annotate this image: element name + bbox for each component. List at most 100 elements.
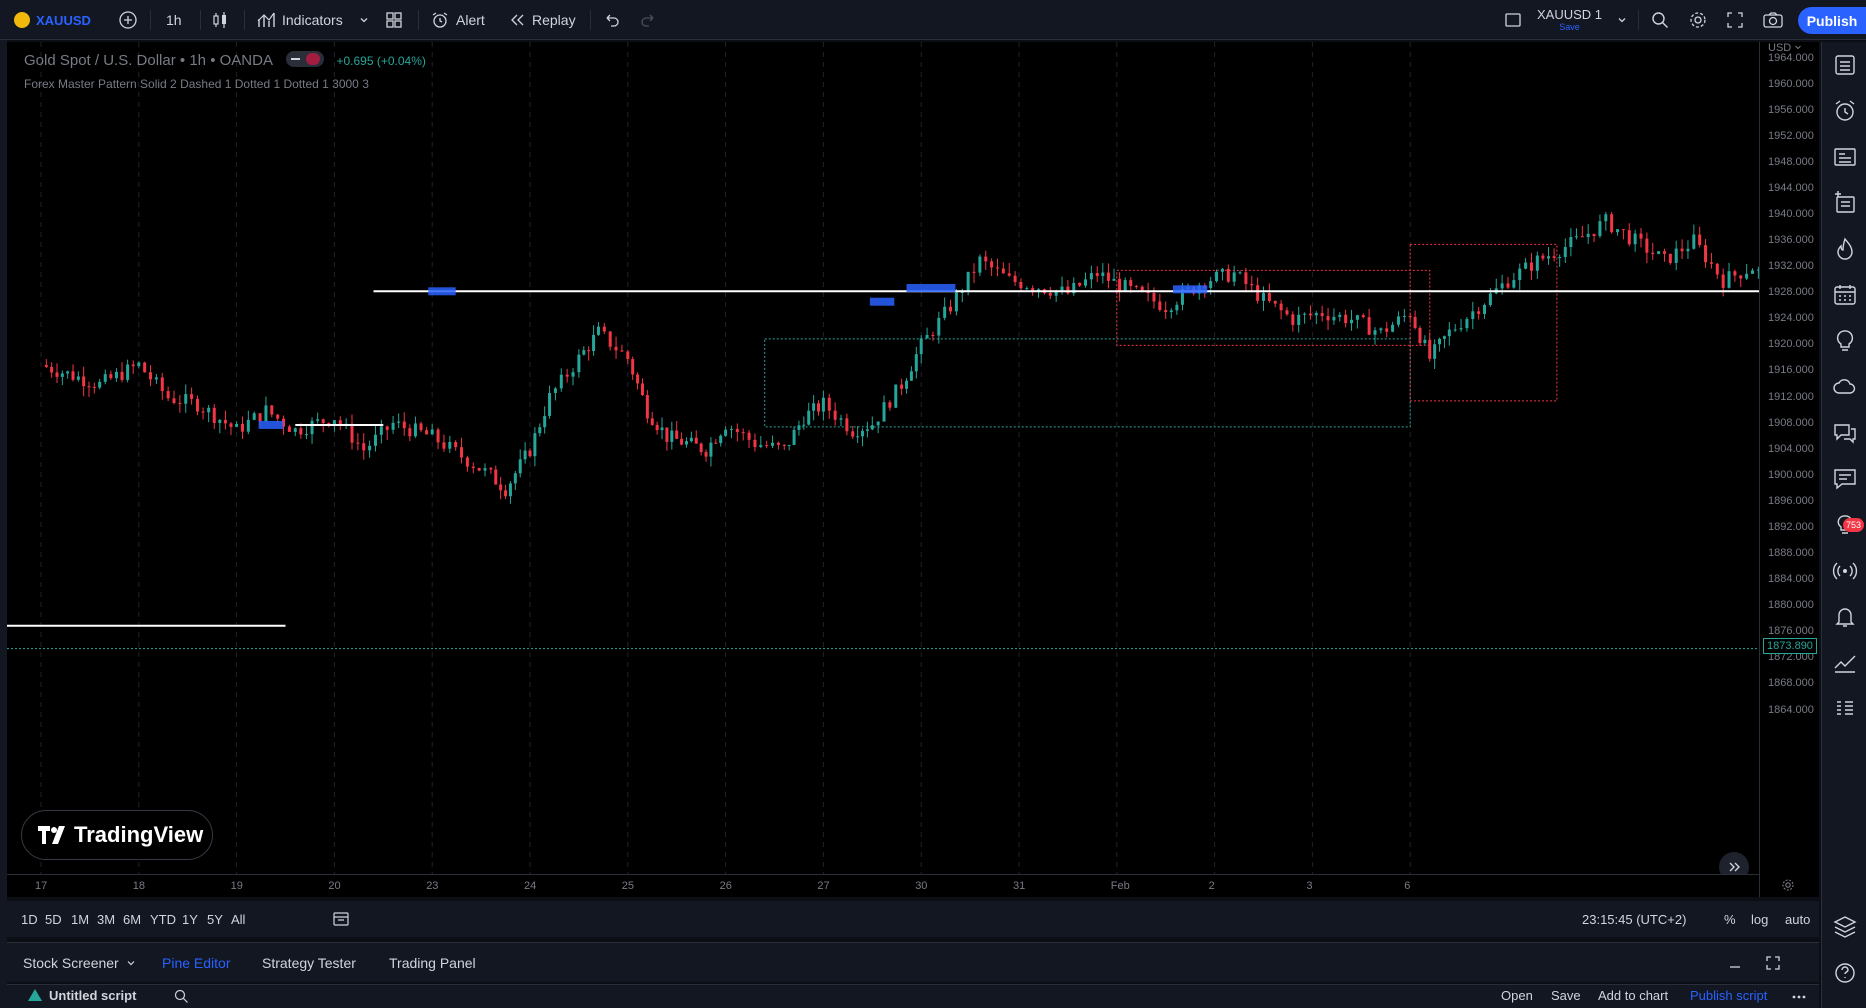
tradingview-logo-icon	[38, 826, 65, 844]
save-script-button[interactable]: Save	[1551, 988, 1581, 1003]
layers-icon[interactable]	[1832, 914, 1858, 940]
candle-body	[1320, 313, 1324, 317]
script-search-button[interactable]	[173, 988, 189, 1004]
broadcast-icon[interactable]	[1832, 558, 1858, 584]
range-button-6m[interactable]: 6M	[123, 901, 141, 937]
gold-symbol-icon	[14, 12, 30, 28]
auto-scale-toggle[interactable]: auto	[1785, 901, 1810, 937]
candle-body	[436, 429, 440, 443]
candle-body	[543, 415, 547, 428]
candle-body	[833, 410, 837, 420]
templates-button[interactable]	[384, 0, 404, 40]
time-axis[interactable]: 17 18 19 20 23 24 25 26 27 30 31 Feb 2 3 6	[7, 874, 1794, 897]
candle-body	[821, 397, 825, 412]
range-button-1d[interactable]: 1D	[21, 901, 38, 937]
compare-add-symbol-button[interactable]	[118, 0, 138, 40]
streams-cloud-icon[interactable]	[1832, 374, 1858, 400]
layout-dropdown[interactable]	[1616, 0, 1628, 40]
publish-button[interactable]: Publish	[1798, 7, 1866, 34]
redo-button[interactable]	[640, 0, 658, 40]
snapshot-button[interactable]	[1762, 0, 1784, 40]
log-scale-toggle[interactable]: log	[1751, 901, 1768, 937]
watchlist-icon[interactable]	[1832, 52, 1858, 78]
tab-stock-screener[interactable]: Stock Screener	[23, 943, 137, 983]
axis-settings-corner[interactable]	[1759, 874, 1819, 897]
add-watchlist-icon[interactable]	[1832, 190, 1858, 216]
interval-button[interactable]: 1h	[166, 0, 182, 40]
candle-body	[1106, 272, 1110, 281]
alarm-clock-icon[interactable]	[1832, 98, 1858, 124]
fullscreen-icon	[1727, 12, 1743, 28]
legend-separator: •	[210, 52, 220, 69]
fullscreen-button[interactable]	[1726, 0, 1744, 40]
dom-ladder-icon[interactable]	[1832, 696, 1858, 722]
range-button-all[interactable]: All	[231, 901, 245, 937]
time-tick-label: 23	[426, 880, 439, 892]
tab-trading-panel[interactable]: Trading Panel	[389, 943, 476, 983]
candle-body	[1367, 317, 1371, 335]
range-button-ytd[interactable]: YTD	[150, 901, 176, 937]
price-chart[interactable]	[7, 42, 1759, 874]
chart-pane[interactable]: Gold Spot / U.S. Dollar • 1h • OANDA +0.…	[7, 42, 1759, 897]
range-button-5d[interactable]: 5D	[45, 901, 62, 937]
chats-icon[interactable]	[1832, 420, 1858, 446]
trading-chart-icon[interactable]	[1832, 650, 1858, 676]
candle-body	[235, 423, 239, 427]
indicator-legend[interactable]: Forex Master Pattern Solid 2 Dashed 1 Do…	[24, 77, 369, 91]
layout-name-button[interactable]: XAUUSD 1 Save	[1537, 0, 1602, 40]
more-options-button[interactable]	[1791, 988, 1807, 1004]
maximize-panel-button[interactable]	[1765, 943, 1781, 983]
price-axis[interactable]: USD 1964.000 1960.000 1956.000 1952.000 1948…	[1759, 42, 1819, 897]
replay-button[interactable]: Replay	[508, 0, 576, 40]
legend-visibility-toggle[interactable]	[286, 51, 325, 67]
tab-pine-editor[interactable]: Pine Editor	[162, 943, 230, 983]
candle-body	[310, 420, 314, 435]
quick-search-button[interactable]	[1650, 0, 1670, 40]
symbol-search-button[interactable]: XAUUSD	[14, 0, 91, 40]
indicators-button[interactable]: Indicators	[256, 0, 343, 40]
bell-icon[interactable]	[1832, 604, 1858, 630]
time-tick-label: 2	[1208, 880, 1215, 892]
goto-date-button[interactable]	[332, 901, 350, 937]
candle-body	[577, 354, 581, 373]
utc-clock[interactable]: 23:15:45 (UTC+2)	[1582, 901, 1686, 937]
candle-body	[149, 372, 153, 380]
pattern-box	[764, 338, 1411, 428]
candle-body	[1285, 310, 1289, 315]
settings-button[interactable]	[1688, 0, 1708, 40]
candle-body	[419, 423, 423, 431]
publish-script-button[interactable]: Publish script	[1690, 988, 1767, 1003]
indicators-dropdown[interactable]	[358, 0, 370, 40]
ideas-lightbulb-icon[interactable]	[1832, 328, 1858, 354]
candle-body	[1031, 288, 1035, 291]
script-name-button[interactable]: Untitled script	[27, 988, 136, 1003]
tab-strategy-tester[interactable]: Strategy Tester	[262, 943, 356, 983]
layout-select-checkbox[interactable]	[1503, 0, 1523, 40]
range-button-1y[interactable]: 1Y	[182, 901, 198, 937]
minimize-panel-button[interactable]	[1727, 943, 1743, 983]
chart-type-button[interactable]	[210, 0, 230, 40]
range-button-5y[interactable]: 5Y	[207, 901, 223, 937]
undo-button[interactable]	[602, 0, 620, 40]
alert-button[interactable]: Alert	[430, 0, 485, 40]
range-button-3m[interactable]: 3M	[97, 901, 115, 937]
candle-body	[894, 384, 898, 408]
candle-body	[287, 426, 291, 432]
data-window-icon[interactable]	[1832, 466, 1858, 492]
candle-body	[592, 334, 596, 352]
candle-body	[379, 426, 383, 435]
percent-scale-toggle[interactable]: %	[1724, 901, 1736, 937]
candle-body	[1574, 236, 1578, 238]
tradingview-watermark[interactable]: TradingView	[21, 810, 213, 860]
open-script-button[interactable]: Open	[1501, 988, 1533, 1003]
add-to-chart-button[interactable]: Add to chart	[1598, 988, 1668, 1003]
calendar-icon[interactable]	[1832, 282, 1858, 308]
layout-name: XAUUSD 1	[1537, 7, 1603, 22]
hotlist-flame-icon[interactable]	[1832, 236, 1858, 262]
candle-body	[1226, 268, 1230, 282]
help-icon[interactable]	[1832, 960, 1858, 986]
news-icon[interactable]	[1832, 144, 1858, 170]
range-button-1m[interactable]: 1M	[71, 901, 89, 937]
candle-body	[1314, 313, 1318, 316]
candle-body	[246, 419, 250, 432]
